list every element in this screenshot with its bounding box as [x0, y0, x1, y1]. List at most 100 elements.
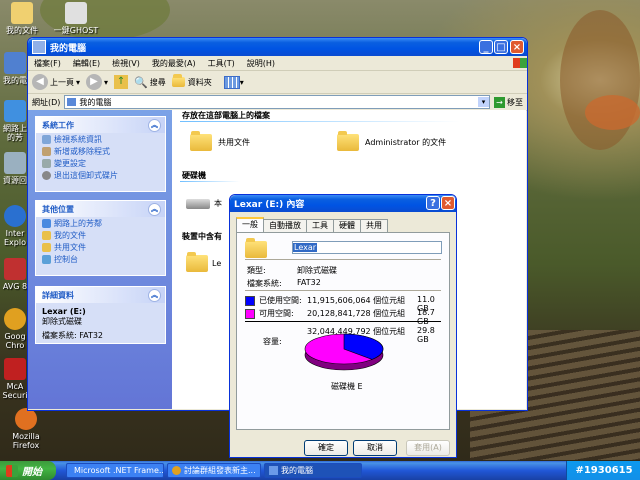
- desktop-icon-recycle-bin[interactable]: 資源回: [0, 152, 30, 185]
- control-panel-icon: [42, 254, 51, 264]
- place-label: 我的文件: [54, 230, 86, 240]
- help-button[interactable]: ?: [426, 196, 440, 210]
- used-bytes: 11,915,606,064 個位元組: [307, 296, 406, 305]
- menu-file[interactable]: 檔案(F): [28, 58, 67, 69]
- start-button[interactable]: 開始: [0, 461, 56, 480]
- collapse-chevron-icon[interactable]: ︽: [148, 119, 161, 132]
- maximize-button[interactable]: □: [494, 40, 508, 54]
- dialog-titlebar[interactable]: Lexar (E:) 內容 ? ×: [230, 195, 456, 212]
- collapse-chevron-icon[interactable]: ︽: [148, 203, 161, 216]
- tree-foliage-right: [560, 10, 640, 150]
- free-label: 可用空間:: [259, 309, 294, 318]
- tab-general[interactable]: 一般: [236, 217, 264, 233]
- taskbar-item-forum[interactable]: 討論群組發表新主...: [167, 463, 261, 478]
- disk-usage-pie: [304, 333, 384, 371]
- desktop-icon-firefox[interactable]: Mozilla Firefox: [0, 408, 52, 450]
- eject-icon: [42, 170, 51, 180]
- tab-hardware[interactable]: 硬體: [333, 219, 361, 232]
- close-button[interactable]: ×: [510, 40, 524, 54]
- drive-label: 磁碟機 E: [331, 382, 363, 391]
- up-folder-button[interactable]: ↑: [114, 75, 129, 89]
- place-label: 共用文件: [54, 242, 86, 252]
- admin-documents-folder[interactable]: Administrator 的文件: [337, 131, 446, 151]
- ok-button[interactable]: 確定: [304, 440, 348, 456]
- desktop-icon-label: Goog Chro: [4, 332, 26, 350]
- mcafee-icon: [4, 358, 26, 380]
- address-input[interactable]: 我的電腦 ▾: [64, 95, 490, 109]
- close-button[interactable]: ×: [441, 196, 455, 210]
- system-tasks-header[interactable]: 系統工作 ︽: [36, 117, 165, 133]
- menu-edit[interactable]: 編輯(E): [67, 58, 106, 69]
- place-control-panel[interactable]: 控制台: [36, 253, 165, 265]
- section-hard-drives-title: 硬碟機: [182, 171, 206, 180]
- task-view-system-info[interactable]: 檢視系統資訊: [36, 133, 165, 145]
- desktop-icon-ie[interactable]: Inter Explo: [0, 205, 30, 247]
- taskbar-item-dotnet[interactable]: Microsoft .NET Frame...: [66, 463, 164, 478]
- other-places-header[interactable]: 其他位置 ︽: [36, 201, 165, 217]
- desktop-icon-avg[interactable]: AVG 8: [0, 258, 30, 291]
- search-button[interactable]: 🔍 搜尋: [134, 76, 166, 89]
- collapse-chevron-icon[interactable]: ︽: [148, 289, 161, 302]
- chevron-down-icon: ▾: [104, 77, 109, 87]
- menu-favorites[interactable]: 我的最愛(A): [146, 58, 202, 69]
- task-change-setting[interactable]: 變更設定: [36, 157, 165, 169]
- forward-button[interactable]: ▶ ▾: [86, 74, 108, 90]
- apply-button[interactable]: 套用(A): [406, 440, 450, 456]
- chrome-icon: [172, 466, 181, 475]
- details-drive-name: Lexar (E:): [42, 307, 86, 316]
- tab-tools[interactable]: 工具: [306, 219, 334, 232]
- system-info-icon: [42, 134, 51, 144]
- standard-toolbar: ◀ 上一頁 ▾ ▶ ▾ ↑ 🔍 搜尋 資料夾 ▾: [28, 71, 527, 94]
- folder-icon: [171, 74, 185, 87]
- removable-drive-item[interactable]: Le: [186, 252, 221, 272]
- filesystem-label: 檔案系統:: [247, 279, 282, 288]
- place-my-documents[interactable]: 我的文件: [36, 229, 165, 241]
- section-stored-files-title: 存放在這部電腦上的檔案: [182, 111, 270, 120]
- task-eject-media[interactable]: 退出這個卸式碟片: [36, 169, 165, 181]
- chrome-icon: [4, 308, 26, 330]
- views-button[interactable]: ▾: [223, 75, 244, 89]
- cancel-button[interactable]: 取消: [353, 440, 397, 456]
- chevron-down-icon: ▾: [239, 77, 244, 87]
- desktop-icon-chrome[interactable]: Goog Chro: [0, 308, 30, 350]
- tab-sharing[interactable]: 共用: [360, 219, 388, 232]
- folder-icon: [186, 252, 208, 272]
- minimize-button[interactable]: _: [479, 40, 493, 54]
- desktop-icon-ghost[interactable]: 一鍵GHOST: [50, 2, 102, 35]
- chevron-down-icon[interactable]: ▾: [478, 97, 489, 107]
- desktop-icon-label: AVG 8: [2, 282, 28, 291]
- computer-icon: [67, 98, 77, 106]
- drive-folder-icon: [245, 238, 267, 258]
- go-button[interactable]: → 移至: [494, 96, 523, 108]
- shared-documents-folder[interactable]: 共用文件: [190, 131, 250, 151]
- menu-view[interactable]: 檢視(V): [106, 58, 146, 69]
- place-shared-documents[interactable]: 共用文件: [36, 241, 165, 253]
- desktop-icon-network[interactable]: 網路上的芳: [0, 100, 30, 142]
- start-label: 開始: [22, 467, 42, 478]
- menu-tools[interactable]: 工具(T): [202, 58, 241, 69]
- task-add-remove-programs[interactable]: 新增或移除程式: [36, 145, 165, 157]
- place-network[interactable]: 網路上的芳鄰: [36, 217, 165, 229]
- tab-autoplay[interactable]: 自動播放: [263, 219, 307, 232]
- taskbar-item-my-computer[interactable]: 我的電腦: [264, 463, 362, 478]
- system-tray: #1930615: [566, 461, 640, 480]
- desktop-icon-label: Mozilla Firefox: [12, 432, 40, 450]
- drive-name-input[interactable]: Lexar: [292, 241, 442, 254]
- desktop-icon-label: Inter Explo: [4, 229, 26, 247]
- desktop-icon-my-computer[interactable]: 我的電: [0, 52, 30, 85]
- desktop-icon-my-documents[interactable]: 我的文件: [2, 2, 42, 35]
- details-header[interactable]: 詳細資料 ︽: [36, 287, 165, 303]
- back-button[interactable]: ◀ 上一頁 ▾: [32, 74, 80, 90]
- divider: [245, 259, 441, 260]
- used-label: 已使用空間:: [259, 296, 302, 305]
- desktop-icon-mcafee[interactable]: McA Securi: [0, 358, 30, 400]
- type-value: 卸除式磁碟: [297, 266, 337, 275]
- menu-help[interactable]: 說明(H): [241, 58, 281, 69]
- local-disk-item[interactable]: 本: [186, 198, 222, 209]
- tab-strip: 一般 自動播放 工具 硬體 共用: [236, 217, 388, 233]
- folders-button[interactable]: 資料夾: [171, 74, 212, 88]
- explorer-titlebar[interactable]: 我的電腦 _ □ ×: [28, 38, 527, 56]
- task-label: 退出這個卸式碟片: [54, 170, 118, 180]
- menu-bar: 檔案(F) 編輯(E) 檢視(V) 我的最愛(A) 工具(T) 說明(H): [28, 56, 527, 71]
- search-label: 搜尋: [149, 77, 166, 87]
